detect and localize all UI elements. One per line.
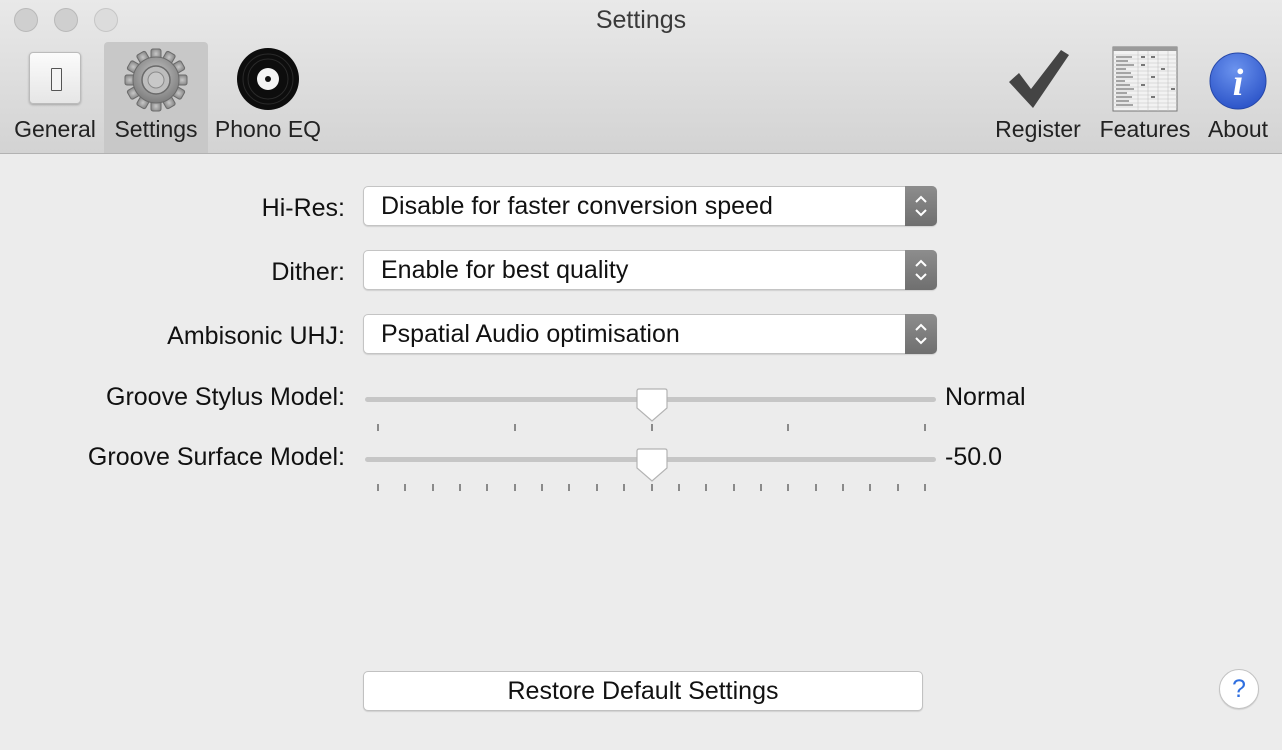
slider-tick [431,484,434,491]
svg-text:i: i [1233,62,1244,104]
popup-arrows-icon [905,314,937,354]
slider-tick [541,484,544,491]
popup-arrows-icon [905,250,937,290]
hires-popup[interactable]: Disable for faster conversion speed [363,186,937,226]
restore-defaults-button[interactable]: Restore Default Settings [363,671,923,711]
slider-tick [595,484,598,491]
hires-value: Disable for faster conversion speed [381,192,773,220]
slider-tick [896,484,899,491]
toolbar-item-label: About [1207,116,1269,142]
dither-popup[interactable]: Enable for best quality [363,250,937,290]
dither-value: Enable for best quality [381,256,629,284]
slider-tick [732,484,735,491]
slider-tick [377,484,379,491]
dither-label: Dither: [271,258,345,286]
toolbar-item-about[interactable]: i About [1198,42,1278,153]
surface-slider[interactable] [363,448,938,491]
slider-tick [787,424,790,431]
spreadsheet-icon [1112,46,1178,112]
gear-icon [124,48,188,112]
slider-tick [568,484,571,491]
checkmark-icon [1009,50,1069,108]
toolbar-item-general[interactable]: General [6,42,104,153]
slider-tick [759,484,762,491]
toolbar-item-label: General [14,116,96,142]
slider-tick [841,484,844,491]
stylus-label: Groove Stylus Model: [106,383,345,411]
slider-tick [513,424,516,431]
info-icon: i [1209,52,1267,110]
vinyl-record-icon [237,48,299,110]
window-title: Settings [595,6,687,34]
toggle-switch-icon [29,52,81,104]
settings-window: Settings General Settings Phono EQ Regis… [0,0,1282,750]
stylus-value: Normal [945,383,1026,411]
popup-arrows-icon [905,186,937,226]
slider-tick [623,484,626,491]
toolbar-item-features[interactable]: Features [1095,42,1195,153]
toolbar-item-register[interactable]: Register [990,42,1086,153]
toolbar-item-settings[interactable]: Settings [104,42,208,153]
stylus-slider[interactable] [363,388,938,431]
surface-label: Groove Surface Model: [87,443,345,471]
slider-tick [459,484,462,491]
slider-thumb[interactable] [635,448,668,482]
slider-tick [650,484,653,491]
slider-tick [377,424,379,431]
slider-tick [513,484,516,491]
slider-tick [650,424,653,431]
slider-tick [677,484,680,491]
toolbar: Settings General Settings Phono EQ Regis… [0,0,1282,154]
slider-tick [787,484,790,491]
ambisonic-label: Ambisonic UHJ: [167,322,345,350]
slider-tick [869,484,872,491]
toolbar-item-label: Features [1099,116,1191,142]
toolbar-item-label: Phono EQ [214,116,322,142]
toolbar-item-label: Settings [114,116,198,142]
help-button[interactable]: ? [1219,669,1259,709]
toolbar-item-phono-eq[interactable]: Phono EQ [212,42,324,153]
toolbar-item-label: Register [995,116,1081,142]
slider-tick [486,484,489,491]
slider-tick [705,484,708,491]
slider-thumb[interactable] [635,388,668,422]
hires-label: Hi-Res: [261,194,345,222]
ambisonic-popup[interactable]: Pspatial Audio optimisation [363,314,937,354]
surface-value: -50.0 [945,443,1002,471]
ambisonic-value: Pspatial Audio optimisation [381,320,680,348]
slider-tick [924,484,926,491]
slider-tick [404,484,407,491]
slider-tick [814,484,817,491]
slider-tick [924,424,926,431]
